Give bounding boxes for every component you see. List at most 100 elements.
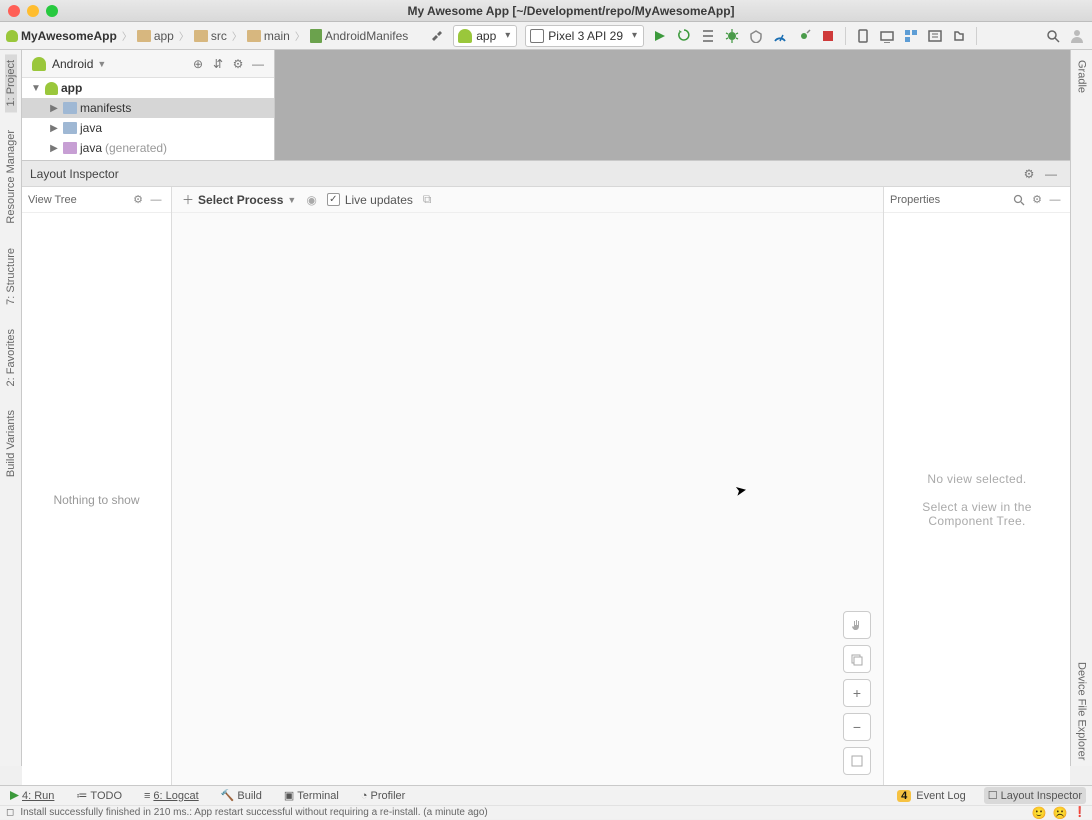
resource-manager-icon[interactable] <box>900 25 922 47</box>
gear-icon[interactable]: ⚙ <box>228 54 248 74</box>
expand-toggle-icon[interactable]: ▼ <box>30 83 42 94</box>
event-log-count-badge: 4 <box>897 790 911 802</box>
status-tool-window-icon[interactable]: ◻ <box>6 807 14 818</box>
expand-toggle-icon[interactable]: ▶ <box>48 143 60 154</box>
gutter-project-tab[interactable]: 1: Project <box>5 54 17 112</box>
gutter-gradle-tab[interactable]: Gradle <box>1076 54 1088 99</box>
gear-icon[interactable]: ⚙ <box>129 191 147 209</box>
window-maximize[interactable] <box>46 5 58 17</box>
breadcrumb-file[interactable]: AndroidManifes <box>308 29 410 43</box>
bottom-tab-layout-inspector[interactable]: ☐ Layout Inspector <box>984 787 1086 804</box>
account-icon[interactable] <box>1066 25 1088 47</box>
zoom-in-button[interactable]: + <box>843 679 871 707</box>
pan-tool-button[interactable] <box>843 611 871 639</box>
view-tree-panel: View Tree ⚙ — Nothing to show <box>22 187 172 787</box>
titlebar: My Awesome App [~/Development/repo/MyAwe… <box>0 0 1092 22</box>
locate-file-icon[interactable]: ⊕ <box>188 54 208 74</box>
gear-icon[interactable]: ⚙ <box>1028 191 1046 209</box>
view-tree-empty: Nothing to show <box>22 213 171 787</box>
android-icon <box>458 29 472 43</box>
layer-spacing-button[interactable] <box>843 645 871 673</box>
plus-icon: ＋ <box>182 191 194 208</box>
layout-preview-area[interactable]: ＋ Select Process ▼ ◉ ✓ Live updates ⧉ ➤ … <box>172 187 883 787</box>
folder-icon <box>137 30 151 42</box>
folder-icon <box>63 102 77 114</box>
bottom-tab-terminal[interactable]: ▣ Terminal <box>280 787 343 804</box>
collapse-all-icon[interactable]: ⇵ <box>208 54 228 74</box>
select-process-dropdown[interactable]: ＋ Select Process ▼ <box>182 191 296 208</box>
tree-node-java-generated[interactable]: ▶ java (generated) <box>22 138 274 158</box>
hide-subpanel-icon[interactable]: — <box>147 191 165 209</box>
main-toolbar: MyAwesomeApp 〉 app 〉 src 〉 main 〉 Androi… <box>0 22 1092 50</box>
folder-icon <box>63 142 77 154</box>
properties-panel: Properties ⚙ — No view selected. Select … <box>883 187 1070 787</box>
mouse-cursor: ➤ <box>734 481 749 500</box>
breadcrumb-root[interactable]: MyAwesomeApp <box>4 29 119 43</box>
tree-node-manifests[interactable]: ▶ manifests <box>22 98 274 118</box>
project-view-mode[interactable]: Android <box>52 57 93 71</box>
gutter-build-variants-tab[interactable]: Build Variants <box>5 404 17 483</box>
sync-gradle-icon[interactable] <box>948 25 970 47</box>
bottom-tab-build[interactable]: 🔨 Build <box>217 787 266 804</box>
apply-changes-restart-icon[interactable] <box>673 25 695 47</box>
project-panel-header: Android ▼ ⊕ ⇵ ⚙ — <box>22 50 274 78</box>
expand-toggle-icon[interactable]: ▶ <box>48 103 60 114</box>
window-close[interactable] <box>8 5 20 17</box>
avd-manager-icon[interactable] <box>852 25 874 47</box>
project-tree[interactable]: ▼ app ▶ manifests ▶ java ▶ java (generat… <box>22 78 274 158</box>
layout-inspector-toolbar-icon[interactable] <box>924 25 946 47</box>
tree-node-app[interactable]: ▼ app <box>22 78 274 98</box>
hide-subpanel-icon[interactable]: — <box>1046 191 1064 209</box>
manifest-file-icon <box>310 29 322 43</box>
run-config-select[interactable]: app <box>453 25 517 47</box>
stop-button[interactable] <box>817 25 839 47</box>
breadcrumb-src[interactable]: src <box>192 29 229 43</box>
chevron-right-icon: 〉 <box>121 28 133 43</box>
breadcrumb-main[interactable]: main <box>245 29 292 43</box>
search-everywhere-icon[interactable] <box>1042 25 1064 47</box>
gutter-resource-manager-tab[interactable]: Resource Manager <box>5 124 17 230</box>
hide-panel-icon[interactable]: — <box>248 54 268 74</box>
folder-icon <box>194 30 208 42</box>
bottom-tab-run[interactable]: 4: Run <box>6 788 58 804</box>
device-select[interactable]: Pixel 3 API 29 <box>525 25 644 47</box>
apply-code-changes-icon[interactable] <box>697 25 719 47</box>
gear-icon[interactable]: ⚙ <box>1018 163 1040 185</box>
window-minimize[interactable] <box>27 5 39 17</box>
run-button[interactable] <box>649 25 671 47</box>
snapshot-export-icon[interactable]: ⧉ <box>423 192 432 207</box>
zoom-controls: + − <box>843 611 871 775</box>
bottom-tab-todo[interactable]: ≔ TODO <box>72 787 126 804</box>
gutter-structure-tab[interactable]: 7: Structure <box>5 242 17 311</box>
panel-title: Layout Inspector <box>30 167 119 181</box>
sdk-manager-icon[interactable] <box>876 25 898 47</box>
chevron-right-icon: 〉 <box>294 28 306 43</box>
tree-node-java[interactable]: ▶ java <box>22 118 274 138</box>
hide-panel-icon[interactable]: — <box>1040 163 1062 185</box>
toggle-overlay-icon[interactable]: ◉ <box>306 193 316 207</box>
hammer-build-icon[interactable] <box>426 25 448 47</box>
chevron-down-icon[interactable]: ▼ <box>97 59 106 69</box>
no-view-selected-text: No view selected. <box>927 472 1026 486</box>
gutter-favorites-tab[interactable]: 2: Favorites <box>5 323 17 392</box>
bottom-tab-logcat[interactable]: ≡ 6: Logcat <box>140 788 203 804</box>
gutter-device-file-explorer-tab[interactable]: Device File Explorer <box>1076 656 1088 766</box>
debug-button[interactable] <box>721 25 743 47</box>
bottom-tab-profiler[interactable]: ◔ Profiler <box>357 788 410 804</box>
expand-toggle-icon[interactable]: ▶ <box>48 123 60 134</box>
attach-debugger-icon[interactable] <box>793 25 815 47</box>
breadcrumb-app[interactable]: app <box>135 29 176 43</box>
zoom-out-button[interactable]: − <box>843 713 871 741</box>
bottom-tab-event-log[interactable]: 4Event Log <box>893 788 970 804</box>
feedback-sad-icon[interactable]: ☹️ <box>1053 806 1068 820</box>
zoom-fit-button[interactable] <box>843 747 871 775</box>
profile-button[interactable] <box>769 25 791 47</box>
live-updates-checkbox[interactable]: ✓ Live updates <box>327 193 413 207</box>
feedback-happy-icon[interactable]: 🙂 <box>1032 806 1047 820</box>
folder-icon <box>247 30 261 42</box>
error-indicator-icon[interactable]: ❗ <box>1074 807 1086 818</box>
coverage-icon[interactable] <box>745 25 767 47</box>
checkbox-checked-icon: ✓ <box>327 193 340 206</box>
bottom-tool-bar: 4: Run ≔ TODO ≡ 6: Logcat 🔨 Build ▣ Term… <box>0 785 1092 805</box>
search-icon[interactable] <box>1010 191 1028 209</box>
